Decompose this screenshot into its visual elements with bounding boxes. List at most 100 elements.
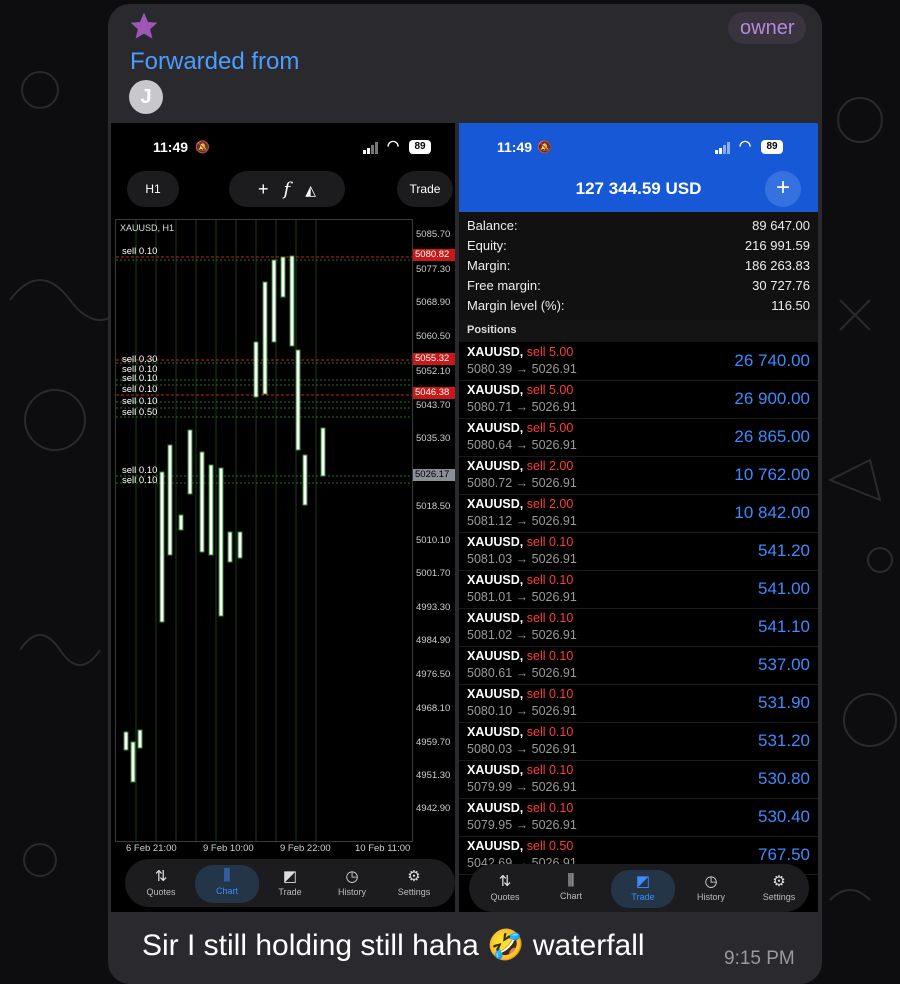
position-symbol: XAUUSD, sell 2.00: [467, 459, 573, 473]
nav-label: History: [337, 887, 366, 897]
position-row[interactable]: XAUUSD, sell 0.10 5080.03 → 5026.91 531.20: [459, 722, 818, 761]
chart-icon: ⫼: [567, 872, 575, 889]
price-tick: 5077.30: [416, 264, 451, 275]
position-row[interactable]: XAUUSD, sell 0.10 5079.95 → 5026.91 530.40: [459, 798, 818, 837]
position-prices: 5081.01 → 5026.91: [467, 590, 577, 604]
position-row[interactable]: XAUUSD, sell 0.10 5080.10 → 5026.91 531.90: [459, 684, 818, 723]
position-profit: 531.90: [758, 693, 810, 712]
position-profit: 541.10: [758, 617, 810, 636]
position-prices: 5080.10 → 5026.91: [467, 704, 577, 718]
trade-icon: ◩: [282, 868, 298, 885]
position-symbol: XAUUSD, sell 0.50: [467, 839, 573, 853]
position-row[interactable]: XAUUSD, sell 0.10 5081.02 → 5026.91 541.10: [459, 608, 818, 647]
position-row[interactable]: XAUUSD, sell 0.10 5080.61 → 5026.91 537.00: [459, 646, 818, 685]
position-symbol: XAUUSD, sell 0.10: [467, 687, 573, 701]
symbol-text: XAUUSD,: [467, 763, 524, 777]
symbol-text: XAUUSD,: [467, 687, 524, 701]
message-text: Sir I still holding still haha 🤣 waterfa…: [142, 929, 645, 962]
chart-screenshot[interactable]: 11:49 🔕 ◠ 89 H1 + f ◭ Trade XAUUSD, H1 s…: [111, 123, 455, 912]
symbol-text: XAUUSD,: [467, 497, 524, 511]
nav-history[interactable]: ◷ History: [320, 865, 384, 903]
nav-label: Trade: [278, 887, 302, 897]
forwarded-from-label[interactable]: Forwarded from: [130, 48, 299, 76]
signal-icon: [363, 142, 378, 154]
position-row[interactable]: XAUUSD, sell 5.00 5080.39 → 5026.91 26 740…: [459, 342, 818, 381]
indicators-icon[interactable]: f: [284, 179, 291, 200]
position-row[interactable]: XAUUSD, sell 0.10 5081.01 → 5026.91 541.00: [459, 570, 818, 609]
nav-history[interactable]: ◷ History: [679, 870, 743, 908]
new-order-button[interactable]: +: [765, 171, 801, 207]
margin-row: Margin: 186 263.83: [467, 258, 810, 278]
position-action: sell 5.00: [526, 345, 574, 359]
position-symbol: XAUUSD, sell 0.10: [467, 573, 573, 587]
positions-label: Positions: [467, 324, 517, 336]
position-symbol: XAUUSD, sell 0.10: [467, 763, 573, 777]
signal-icon: [715, 142, 730, 154]
price-tick: 5052.10: [416, 366, 451, 377]
price-tick: 5085.70: [416, 229, 451, 240]
price-tick: 5060.50: [416, 331, 451, 342]
position-row[interactable]: XAUUSD, sell 2.00 5080.72 → 5026.91 10 762…: [459, 456, 818, 495]
nav-label: Quotes: [490, 892, 520, 902]
date-tick: 9 Feb 22:00: [280, 843, 331, 854]
equity-row: Equity: 216 991.59: [467, 238, 810, 258]
status-bar: 11:49 🔕 ◠ 89: [459, 137, 818, 157]
position-action: sell 2.00: [526, 497, 574, 511]
position-profit: 530.80: [758, 769, 810, 788]
avatar[interactable]: J: [129, 80, 163, 114]
nav-label: Chart: [215, 886, 238, 896]
nav-quotes[interactable]: ⇅ Quotes: [129, 865, 193, 903]
symbol-text: XAUUSD,: [467, 459, 524, 473]
nav-chart[interactable]: ⫼ Chart: [539, 870, 603, 908]
symbol-text: XAUUSD,: [467, 649, 524, 663]
position-action: sell 0.10: [526, 687, 574, 701]
nav-label: Chart: [559, 891, 582, 901]
symbol-text: XAUUSD,: [467, 839, 524, 853]
objects-icon[interactable]: ◭: [305, 182, 316, 198]
nav-trade[interactable]: ◩ Trade: [611, 870, 675, 908]
bottom-nav: ⇅ Quotes ⫼ Chart ◩ Trade ◷ History ⚙ Settings: [469, 864, 809, 912]
free-margin-value: 30 727.76: [752, 278, 810, 293]
trade-icon: ◩: [635, 873, 651, 890]
price-tick: 5018.50: [416, 501, 451, 512]
timeframe-button[interactable]: H1: [127, 171, 179, 207]
position-row[interactable]: XAUUSD, sell 5.00 5080.64 → 5026.91 26 865…: [459, 418, 818, 457]
position-profit: 26 900.00: [734, 389, 810, 408]
nav-label: Settings: [397, 887, 431, 897]
chart-icon: ⫼: [223, 867, 231, 884]
nav-settings[interactable]: ⚙ Settings: [382, 865, 446, 903]
status-bar: 11:49 🔕 ◠ 89: [111, 137, 455, 157]
position-profit: 537.00: [758, 655, 810, 674]
position-prices: 5080.64 → 5026.91: [467, 438, 577, 452]
trade-button[interactable]: Trade: [397, 171, 453, 207]
quotes-icon: ⇅: [498, 873, 512, 890]
position-action: sell 2.00: [526, 459, 574, 473]
position-row[interactable]: XAUUSD, sell 2.00 5081.12 → 5026.91 10 842…: [459, 494, 818, 533]
position-prices: 5081.03 → 5026.91: [467, 552, 577, 566]
wifi-icon: ◠: [387, 137, 400, 153]
star-icon: [130, 12, 158, 39]
price-chart[interactable]: XAUUSD, H1 sell 0.10 sell 0.30 sell 0.10…: [115, 219, 413, 842]
position-row[interactable]: XAUUSD, sell 5.00 5080.71 → 5026.91 26 900…: [459, 380, 818, 419]
equity-label: Equity:: [467, 238, 507, 253]
position-profit: 541.00: [758, 579, 810, 598]
margin-value: 186 263.83: [744, 258, 810, 273]
history-icon: ◷: [704, 873, 718, 890]
equity-value: 216 991.59: [744, 238, 810, 253]
symbol-text: XAUUSD,: [467, 383, 524, 397]
symbol-text: XAUUSD,: [467, 611, 524, 625]
position-row[interactable]: XAUUSD, sell 0.10 5079.99 → 5026.91 530.80: [459, 760, 818, 799]
nav-chart[interactable]: ⫼ Chart: [195, 865, 259, 903]
price-tick: 4984.90: [416, 635, 451, 646]
trade-screenshot[interactable]: 11:49 🔕 ◠ 89 127 344.59 USD + Balance: 89…: [459, 123, 818, 912]
crosshair-icon[interactable]: +: [258, 179, 269, 199]
nav-quotes[interactable]: ⇅ Quotes: [473, 870, 537, 908]
battery-icon: 89: [409, 140, 431, 154]
position-profit: 531.20: [758, 731, 810, 750]
position-row[interactable]: XAUUSD, sell 0.10 5081.03 → 5026.91 541.20: [459, 532, 818, 571]
chart-tools-group[interactable]: + f ◭: [229, 171, 345, 207]
nav-trade[interactable]: ◩ Trade: [258, 865, 322, 903]
nav-settings[interactable]: ⚙ Settings: [747, 870, 811, 908]
status-time: 11:49: [153, 139, 189, 155]
price-tick: 5010.10: [416, 535, 451, 546]
